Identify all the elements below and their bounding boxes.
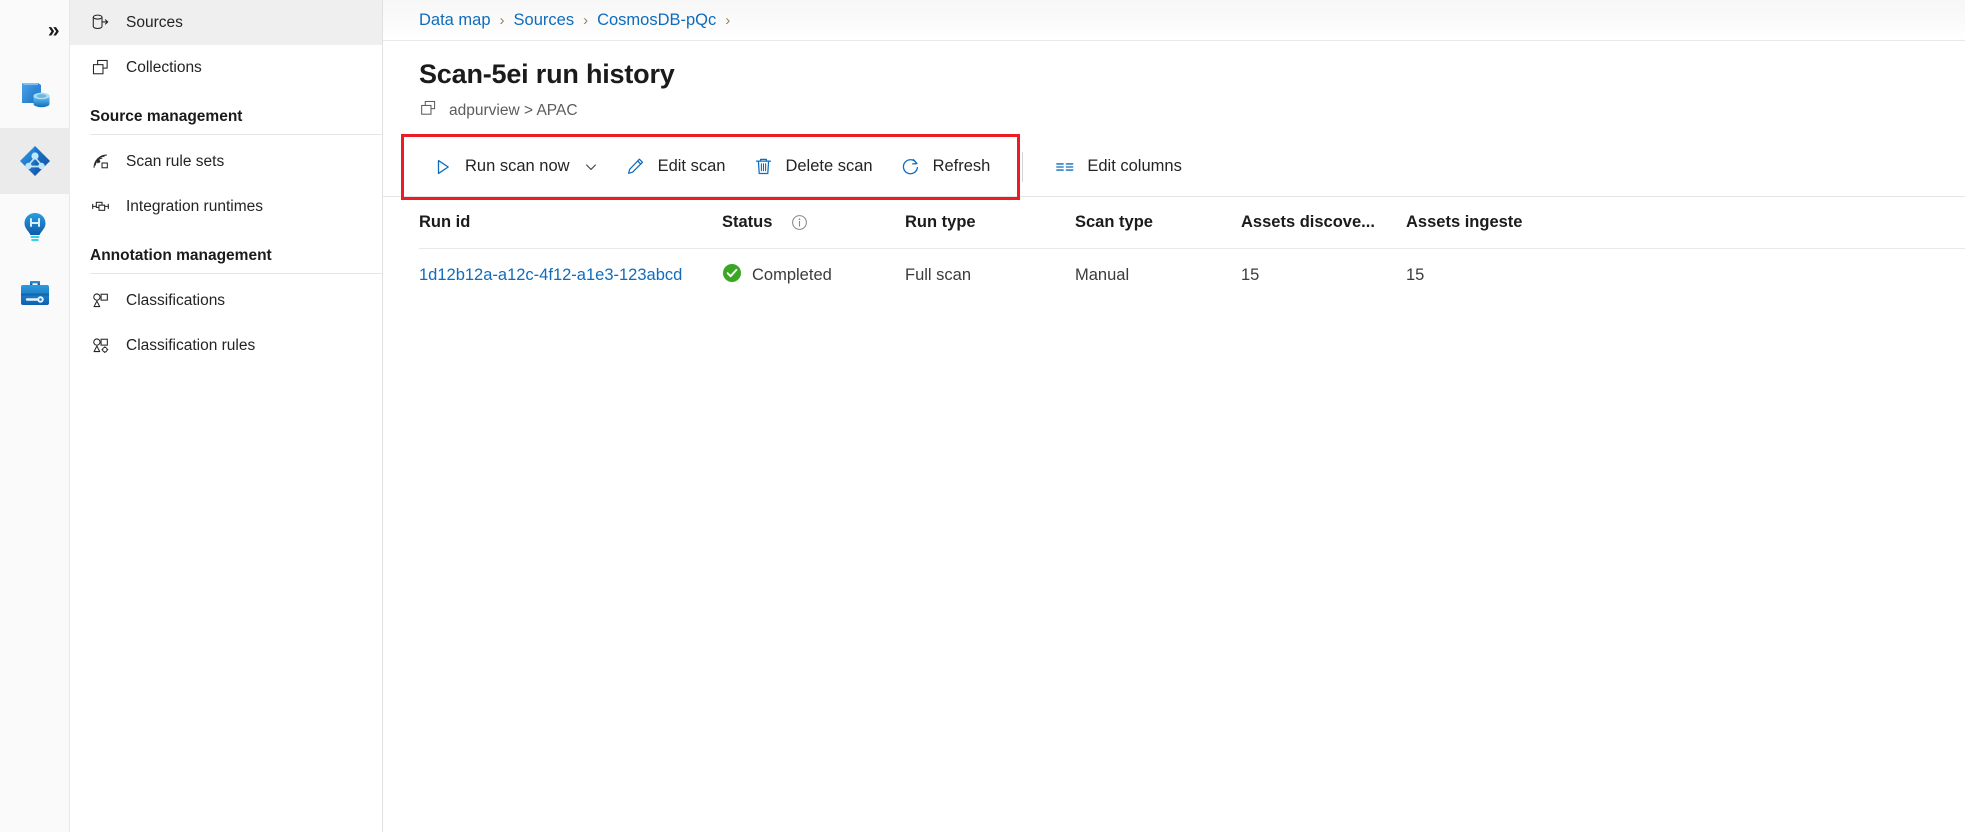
expand-rail-button[interactable]: » [0, 0, 70, 62]
cell-status: Completed [722, 263, 905, 288]
edit-columns-label: Edit columns [1087, 157, 1182, 176]
page-subtitle: adpurview > APAC [419, 99, 1965, 123]
chevron-right-icon: › [725, 11, 731, 29]
rail-item-data-map[interactable] [0, 128, 70, 194]
cell-assets-ingested: 15 [1406, 265, 1425, 284]
rail-item-insights[interactable] [0, 194, 70, 260]
column-header-status-label: Status [722, 213, 773, 232]
management-toolbox-icon [17, 275, 53, 311]
sidebar-item-classification-rules[interactable]: Classification rules [70, 323, 382, 368]
sidebar-item-label: Classification rules [126, 336, 256, 354]
sidebar-item-classifications[interactable]: Classifications [70, 278, 382, 323]
insights-lightbulb-icon [17, 209, 53, 245]
integration-runtimes-icon [90, 197, 110, 217]
collections-icon [90, 58, 110, 78]
run-scan-now-label: Run scan now [465, 157, 570, 176]
sidebar-nav: Sources Collections Source management Sc… [70, 0, 383, 832]
sidebar-item-scan-rule-sets[interactable]: Scan rule sets [70, 139, 382, 184]
breadcrumb-item-data-map[interactable]: Data map [419, 11, 491, 30]
sidebar-divider [90, 134, 382, 135]
table-header-row: Run id Status Run type Scan type Assets … [419, 197, 1965, 250]
collection-icon [419, 99, 438, 123]
main-content: Data map › Sources › CosmosDB-pQc › Scan… [383, 0, 1965, 832]
scan-rule-sets-icon [90, 152, 110, 172]
purview-scan-run-history-page: » Sources Collections Source management … [0, 0, 1965, 832]
pencil-icon [626, 157, 646, 177]
sidebar-item-sources[interactable]: Sources [70, 0, 382, 45]
refresh-button[interactable]: Refresh [887, 147, 1005, 187]
chevron-right-icon: › [499, 11, 505, 29]
column-header-run-id[interactable]: Run id [419, 213, 722, 232]
column-header-assets-discovered[interactable]: Assets discove... [1241, 213, 1406, 232]
success-check-icon [722, 263, 742, 288]
sidebar-item-label: Sources [126, 13, 183, 31]
edit-scan-label: Edit scan [657, 157, 726, 176]
trash-icon [753, 157, 773, 177]
status-label: Completed [752, 265, 832, 284]
rail-item-data-catalog[interactable] [0, 62, 70, 128]
sidebar-group-annotation-management: Annotation management [90, 247, 272, 264]
page-title: Scan-5ei run history [419, 59, 675, 89]
column-header-run-type[interactable]: Run type [905, 213, 1075, 232]
breadcrumb-item-sources[interactable]: Sources [514, 11, 575, 30]
cell-run-type: Full scan [905, 265, 972, 284]
column-header-assets-ingested[interactable]: Assets ingeste [1406, 213, 1586, 232]
sidebar-item-label: Integration runtimes [126, 197, 263, 215]
delete-scan-button[interactable]: Delete scan [739, 147, 886, 187]
left-icon-rail: » [0, 0, 70, 832]
command-toolbar: Run scan now Edit scan Delete scan Refre… [383, 137, 1965, 198]
cell-assets-discovered: 15 [1241, 265, 1260, 284]
delete-scan-label: Delete scan [785, 157, 873, 176]
sidebar-item-collections[interactable]: Collections [70, 45, 382, 90]
sources-icon [90, 13, 110, 33]
run-id-link[interactable]: 1d12b12a-a12c-4f12-a1e3-123abcd [419, 266, 682, 284]
toolbar-wrapper: Run scan now Edit scan Delete scan Refre… [383, 134, 1965, 201]
sidebar-item-integration-runtimes[interactable]: Integration runtimes [70, 184, 382, 229]
play-icon [433, 157, 453, 177]
classification-rules-icon [90, 336, 110, 356]
refresh-label: Refresh [932, 157, 991, 176]
info-icon[interactable] [791, 214, 808, 231]
data-catalog-icon [17, 77, 53, 113]
run-history-table: Run id Status Run type Scan type Assets … [383, 197, 1965, 301]
breadcrumb: Data map › Sources › CosmosDB-pQc › [383, 0, 1965, 41]
column-header-scan-type[interactable]: Scan type [1075, 213, 1241, 232]
classifications-icon [90, 291, 110, 311]
chevron-right-icon: › [583, 11, 589, 29]
rail-item-management[interactable] [0, 260, 70, 326]
chevron-down-icon[interactable] [584, 160, 598, 174]
edit-columns-button[interactable]: Edit columns [1041, 147, 1195, 187]
cell-scan-type: Manual [1075, 265, 1130, 284]
page-header: Scan-5ei run history adpurview > APAC [383, 41, 1965, 123]
edit-columns-icon [1055, 157, 1075, 177]
sidebar-divider [90, 273, 382, 274]
page-subtitle-text: adpurview > APAC [449, 102, 578, 120]
sidebar-item-label: Collections [126, 58, 202, 76]
sidebar-item-label: Classifications [126, 291, 226, 309]
sidebar-item-label: Scan rule sets [126, 152, 225, 170]
table-row[interactable]: 1d12b12a-a12c-4f12-a1e3-123abcd Complete… [419, 249, 1965, 301]
refresh-icon [901, 157, 921, 177]
cell-run-id: 1d12b12a-a12c-4f12-a1e3-123abcd [419, 266, 722, 285]
column-header-status[interactable]: Status [722, 213, 905, 232]
data-map-icon [17, 143, 53, 179]
run-scan-now-button[interactable]: Run scan now [419, 147, 612, 187]
sidebar-group-source-management: Source management [90, 108, 243, 125]
breadcrumb-item-cosmosdb[interactable]: CosmosDB-pQc [597, 11, 716, 30]
edit-scan-button[interactable]: Edit scan [612, 147, 740, 187]
toolbar-divider [1022, 151, 1024, 182]
